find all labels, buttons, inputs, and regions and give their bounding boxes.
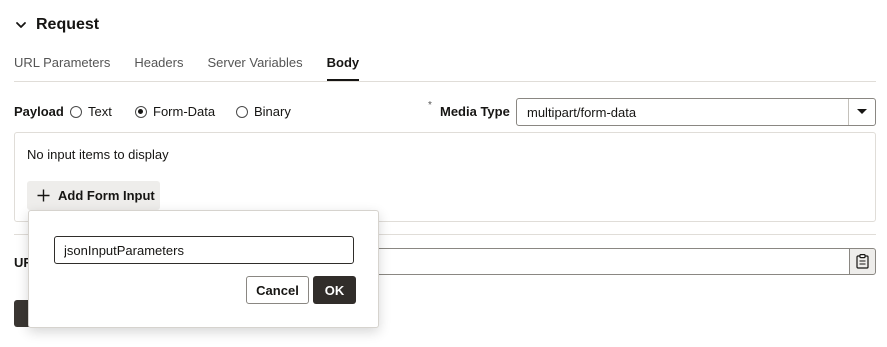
- radio-circle-selected[interactable]: [135, 106, 147, 118]
- paste-button[interactable]: [849, 248, 876, 275]
- clipboard-icon: [856, 254, 869, 269]
- add-form-input-label: Add Form Input: [58, 188, 155, 203]
- tab-headers[interactable]: Headers: [134, 54, 183, 81]
- radio-binary[interactable]: Binary: [236, 104, 291, 120]
- parameter-name-input[interactable]: [54, 236, 354, 264]
- section-header[interactable]: Request: [14, 14, 99, 36]
- radio-label: Form-Data: [153, 104, 216, 119]
- media-type-select[interactable]: multipart/form-data: [516, 98, 876, 126]
- cancel-button[interactable]: Cancel: [246, 276, 309, 304]
- caret-down-icon: [857, 109, 867, 114]
- plus-icon: [37, 189, 50, 202]
- tab-url-parameters[interactable]: URL Parameters: [14, 54, 110, 81]
- radio-circle[interactable]: [236, 106, 248, 118]
- dropdown-button[interactable]: [848, 99, 875, 125]
- add-form-input-button[interactable]: Add Form Input: [27, 181, 160, 210]
- required-mark: *: [428, 100, 432, 111]
- tab-bar: URL Parameters Headers Server Variables …: [14, 54, 383, 81]
- radio-form-data[interactable]: Form-Data: [135, 104, 215, 120]
- tab-body[interactable]: Body: [326, 54, 360, 81]
- payload-label: Payload: [14, 104, 64, 119]
- section-title: Request: [36, 16, 100, 33]
- chevron-down-icon: [16, 22, 26, 28]
- radio-text[interactable]: Text: [70, 104, 112, 120]
- add-input-popup: Cancel OK: [28, 210, 379, 328]
- media-type-label: Media Type: [440, 104, 510, 119]
- empty-state-text: No input items to display: [27, 147, 169, 162]
- tabs-divider: [14, 81, 876, 82]
- media-type-value: multipart/form-data: [527, 104, 637, 120]
- tab-server-variables[interactable]: Server Variables: [207, 54, 302, 81]
- ok-button[interactable]: OK: [313, 276, 356, 304]
- radio-label: Text: [88, 104, 112, 119]
- radio-circle[interactable]: [70, 106, 82, 118]
- radio-label: Binary: [254, 104, 291, 119]
